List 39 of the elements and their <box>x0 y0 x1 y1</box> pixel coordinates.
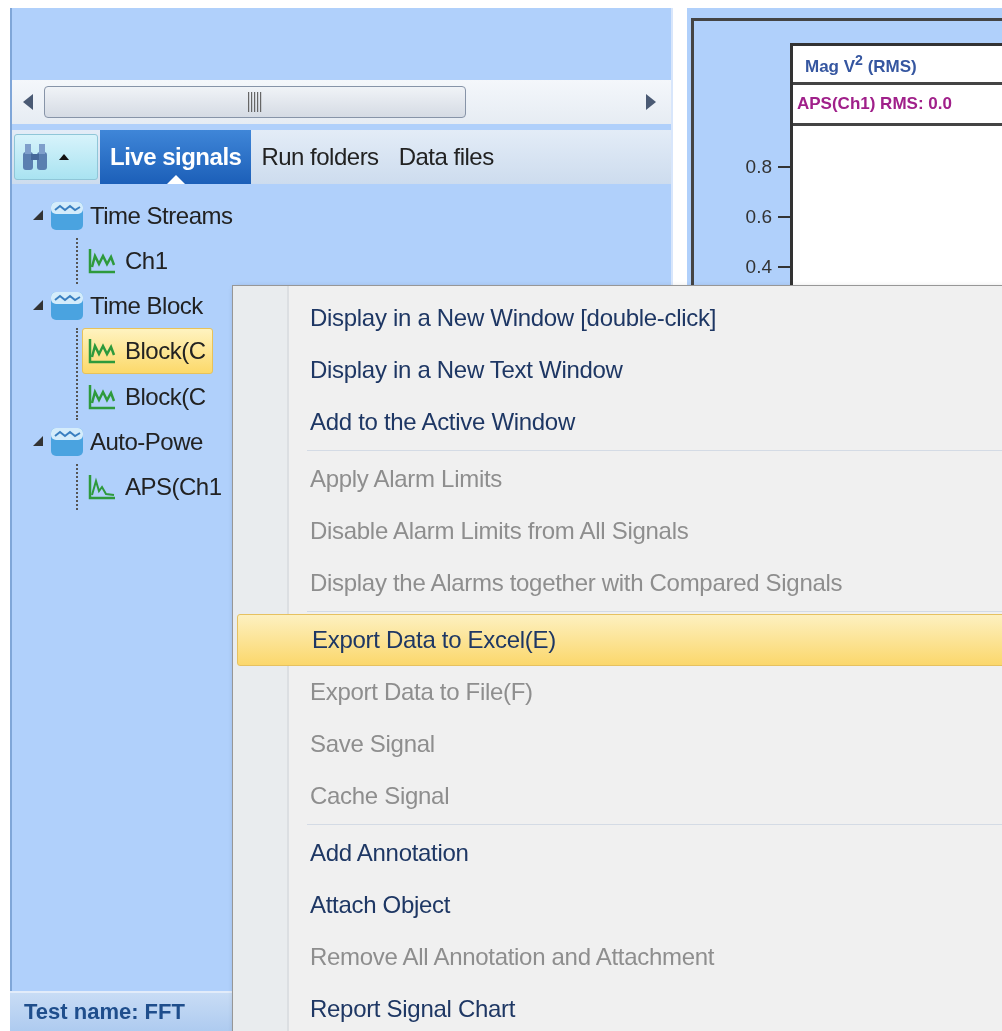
menu-item[interactable]: Add to the Active Window <box>235 396 1002 448</box>
scroll-right-icon[interactable] <box>645 93 657 111</box>
legend-entry: APS(Ch1) RMS: 0.0 <box>793 85 1002 126</box>
binoculars-icon <box>21 142 49 172</box>
menu-item[interactable]: Display in a New Text Window <box>235 344 1002 396</box>
axis-tick-label: 0.8 <box>745 153 790 181</box>
menu-item[interactable]: Export Data to Excel(E) <box>237 614 1002 666</box>
tree-item[interactable]: Time Block <box>90 292 203 320</box>
line-chart-icon <box>87 383 117 411</box>
horizontal-scrollbar[interactable] <box>12 80 671 124</box>
signal-group-icon <box>50 199 84 233</box>
scrollbar-thumb[interactable] <box>44 86 466 118</box>
signal-group-icon <box>50 425 84 459</box>
collapse-arrow-icon[interactable] <box>32 299 44 311</box>
find-dropdown-button[interactable] <box>14 134 98 180</box>
chart-title: Mag V$^{2}$ (RMS) <box>793 46 1002 85</box>
spectrum-chart-icon <box>87 473 117 501</box>
tree-item[interactable]: Block(C <box>82 374 213 420</box>
collapse-arrow-icon[interactable] <box>32 435 44 447</box>
line-chart-icon <box>87 247 117 275</box>
line-chart-icon <box>87 337 117 365</box>
menu-item[interactable]: Attach Object <box>235 879 1002 931</box>
collapse-arrow-icon[interactable] <box>32 209 44 221</box>
axis-tick-label: 0.6 <box>745 203 790 231</box>
tab[interactable]: Data files <box>388 130 504 184</box>
tree-item[interactable]: Ch1 <box>82 238 175 284</box>
axis-tick-label: 0.4 <box>745 253 790 281</box>
menu-item[interactable]: Add Annotation <box>235 827 1002 879</box>
signal-group-icon <box>50 289 84 323</box>
tree-item[interactable]: Auto-Powe <box>90 428 203 456</box>
tab[interactable]: Run folders <box>251 130 389 184</box>
scroll-left-icon[interactable] <box>22 93 34 111</box>
tree-item[interactable]: Block(C <box>82 328 213 374</box>
menu-item[interactable]: Display in a New Window [double-click] <box>235 292 1002 344</box>
tree-item[interactable]: Time Streams <box>90 202 233 230</box>
caret-icon <box>59 154 69 160</box>
grip-icon <box>248 92 262 112</box>
tree-item[interactable]: APS(Ch1 <box>82 464 229 510</box>
tab[interactable]: Live signals <box>100 130 252 184</box>
